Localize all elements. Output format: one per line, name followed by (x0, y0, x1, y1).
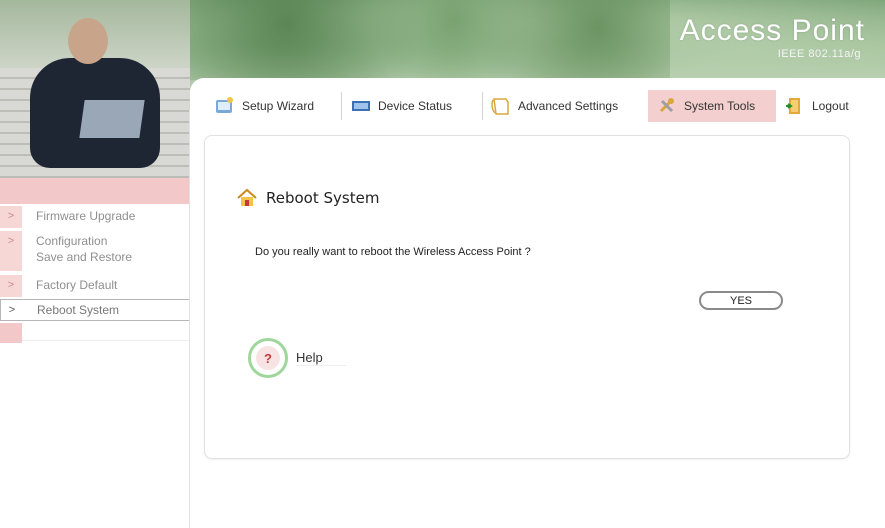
sidebar-item-label: Configuration Save and Restore (36, 234, 133, 264)
sidebar-header (0, 178, 190, 204)
monitor-icon (352, 101, 370, 111)
yes-button[interactable]: YES (699, 291, 783, 310)
tab-divider (341, 92, 342, 120)
wizard-icon (216, 97, 233, 113)
chevron-right-icon: > (0, 206, 22, 228)
app-title: Access Point (679, 14, 865, 47)
sidebar-item-reboot-system[interactable]: > Reboot System (0, 299, 190, 321)
header-photo (0, 0, 190, 178)
tab-label: Advanced Settings (518, 99, 619, 113)
page-title-row: Reboot System (236, 188, 379, 208)
document-icon (491, 98, 509, 115)
door-icon (786, 98, 800, 114)
banner-trees-image (190, 0, 670, 80)
tab-label: Device Status (378, 99, 453, 113)
vertical-divider (189, 110, 190, 528)
help-link[interactable]: ? Help (248, 338, 347, 378)
tab-advanced-settings[interactable]: Advanced Settings (490, 90, 646, 122)
tab-logout[interactable]: Logout (784, 90, 876, 122)
sidebar-item-label: Reboot System (37, 303, 120, 317)
tab-system-tools[interactable]: System Tools (648, 90, 776, 122)
tab-label: Logout (812, 99, 849, 113)
tab-setup-wizard[interactable]: Setup Wizard (214, 90, 338, 122)
page-title: Reboot System (266, 189, 380, 207)
help-icon: ? (248, 338, 288, 378)
sidebar-footer (0, 323, 22, 343)
photo-laptop (79, 100, 145, 138)
reboot-confirmation-text: Do you really want to reboot the Wireles… (255, 246, 531, 258)
help-icon-inner: ? (256, 346, 280, 370)
chevron-right-icon: > (0, 231, 22, 271)
sidebar-item-firmware-upgrade[interactable]: > Firmware Upgrade (0, 206, 190, 228)
tab-label: Setup Wizard (242, 99, 315, 113)
help-label: Help (296, 350, 347, 366)
tab-label: System Tools (684, 99, 756, 113)
chevron-right-icon: > (1, 300, 23, 320)
sidebar-item-label: Factory Default (36, 278, 118, 292)
tools-icon (659, 98, 674, 113)
sidebar-item-configuration-save-restore[interactable]: > Configuration Save and Restore (0, 231, 190, 271)
photo-person-head (68, 18, 108, 64)
tab-divider (482, 92, 483, 120)
app-subtitle: IEEE 802.11a/g (777, 48, 861, 60)
sidebar-item-label: Firmware Upgrade (36, 209, 136, 223)
sidebar-divider (22, 340, 190, 341)
tab-device-status[interactable]: Device Status (350, 90, 476, 122)
home-icon (237, 188, 257, 206)
chevron-right-icon: > (0, 275, 22, 297)
sidebar-item-factory-default[interactable]: > Factory Default (0, 275, 190, 297)
